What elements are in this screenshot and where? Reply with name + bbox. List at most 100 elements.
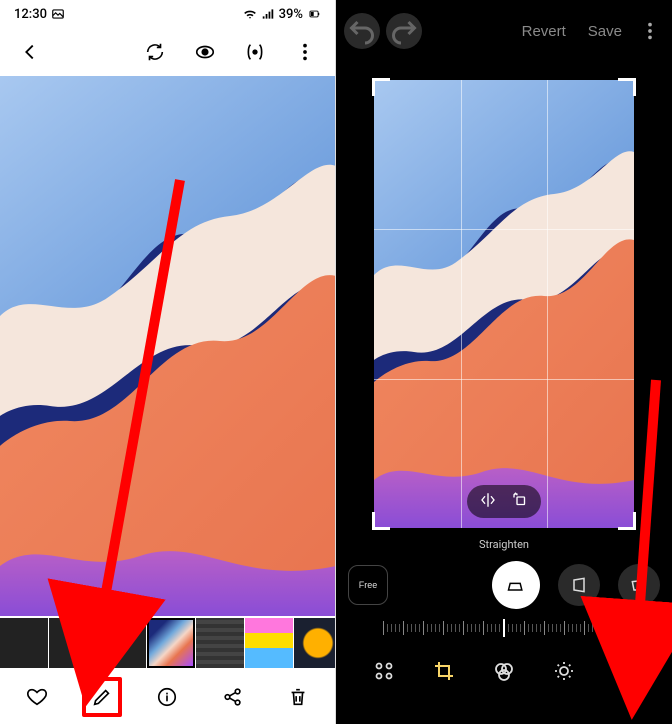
straighten-label: Straighten bbox=[336, 538, 672, 551]
thumbnail-active[interactable] bbox=[147, 618, 195, 668]
ruler-tick bbox=[399, 624, 400, 632]
ruler-tick bbox=[580, 624, 581, 632]
ruler-tick bbox=[568, 624, 569, 632]
ruler-tick bbox=[576, 624, 577, 632]
rotate-button[interactable] bbox=[511, 491, 529, 512]
ruler-tick bbox=[532, 624, 533, 632]
ruler-tick bbox=[487, 624, 488, 632]
ruler-tick bbox=[455, 624, 456, 632]
ruler-tick bbox=[544, 621, 545, 635]
filters-tab[interactable] bbox=[482, 649, 526, 693]
thumbnail[interactable] bbox=[294, 618, 335, 668]
crop-handle-tr[interactable] bbox=[618, 78, 636, 96]
straighten-ruler[interactable] bbox=[336, 613, 672, 643]
gallery-viewer-screen: 12:30 39% bbox=[0, 0, 336, 724]
ruler-tick bbox=[503, 619, 505, 637]
ruler-tick bbox=[483, 621, 484, 635]
ruler-tick bbox=[540, 624, 541, 632]
tools-tab[interactable] bbox=[362, 649, 406, 693]
ruler-tick bbox=[584, 621, 585, 635]
redo-button[interactable] bbox=[386, 13, 422, 49]
flip-rotate-pill bbox=[467, 485, 541, 518]
crop-handle-bl[interactable] bbox=[372, 512, 390, 530]
free-ratio-button[interactable]: Free bbox=[348, 565, 388, 605]
ruler-tick bbox=[560, 624, 561, 632]
ruler-tick bbox=[548, 624, 549, 632]
ruler-tick bbox=[596, 624, 597, 632]
ruler-tick bbox=[564, 621, 565, 635]
ruler-tick bbox=[395, 624, 396, 632]
crop-handle-tl[interactable] bbox=[372, 78, 390, 96]
battery-icon bbox=[307, 7, 321, 21]
info-button[interactable] bbox=[147, 677, 187, 717]
flip-horizontal-button[interactable] bbox=[479, 491, 497, 512]
save-button[interactable]: Save bbox=[580, 17, 630, 46]
ruler-tick bbox=[467, 624, 468, 632]
status-time: 12:30 bbox=[14, 7, 47, 22]
ruler-tick bbox=[387, 624, 388, 632]
ruler-tick bbox=[431, 624, 432, 632]
ruler-tick bbox=[592, 624, 593, 632]
ruler-tick bbox=[552, 624, 553, 632]
more-options-icon[interactable] bbox=[285, 32, 325, 72]
thumbnail[interactable] bbox=[49, 618, 97, 668]
wifi-icon bbox=[243, 7, 257, 21]
ruler-tick bbox=[528, 624, 529, 632]
ruler-tick bbox=[516, 624, 517, 632]
ruler-tick bbox=[435, 624, 436, 632]
photo-editor-screen: Revert Save bbox=[336, 0, 672, 724]
favorite-button[interactable] bbox=[17, 677, 57, 717]
back-button[interactable] bbox=[10, 32, 50, 72]
transform-controls: Free bbox=[336, 561, 672, 609]
bixby-vision-icon[interactable] bbox=[185, 32, 225, 72]
signal-icon bbox=[261, 7, 275, 21]
ruler-tick bbox=[620, 624, 621, 632]
photo-display[interactable] bbox=[0, 76, 336, 616]
smart-view-icon[interactable] bbox=[235, 32, 275, 72]
revert-button[interactable]: Revert bbox=[514, 17, 574, 46]
ruler-tick bbox=[608, 624, 609, 632]
ruler-tick bbox=[524, 621, 525, 635]
edit-button[interactable] bbox=[82, 677, 122, 717]
crop-handle-br[interactable] bbox=[618, 512, 636, 530]
crop-area[interactable] bbox=[374, 80, 634, 528]
crop-tab[interactable] bbox=[422, 649, 466, 693]
thumbnail[interactable] bbox=[245, 618, 293, 668]
ruler-tick bbox=[471, 624, 472, 632]
ruler-tick bbox=[491, 624, 492, 632]
viewer-toolbar bbox=[0, 28, 335, 76]
thumbnail-strip[interactable] bbox=[0, 616, 335, 670]
undo-button[interactable] bbox=[344, 13, 380, 49]
ruler-tick bbox=[588, 624, 589, 632]
delete-button[interactable] bbox=[278, 677, 318, 717]
status-bar: 12:30 39% bbox=[0, 0, 335, 28]
ruler-tick bbox=[423, 621, 424, 635]
adjust-tab[interactable] bbox=[542, 649, 586, 693]
image-icon bbox=[51, 7, 65, 21]
ruler-tick bbox=[443, 621, 444, 635]
ruler-tick bbox=[451, 624, 452, 632]
ruler-tick bbox=[499, 624, 500, 632]
ruler-tick bbox=[459, 624, 460, 632]
battery-pct: 39% bbox=[279, 7, 303, 22]
thumbnail[interactable] bbox=[0, 618, 48, 668]
ruler-tick bbox=[512, 624, 513, 632]
share-button[interactable] bbox=[213, 677, 253, 717]
viewer-bottom-bar bbox=[0, 670, 335, 724]
stickers-tab[interactable] bbox=[602, 649, 646, 693]
thumbnail[interactable] bbox=[196, 618, 244, 668]
ruler-tick bbox=[495, 624, 496, 632]
ruler-tick bbox=[391, 624, 392, 632]
straighten-rotate-button[interactable] bbox=[492, 561, 540, 609]
ruler-tick bbox=[556, 624, 557, 632]
horizontal-perspective-button[interactable] bbox=[558, 564, 600, 606]
ruler-tick bbox=[604, 621, 605, 635]
editor-top-bar: Revert Save bbox=[336, 0, 672, 62]
ruler-tick bbox=[427, 624, 428, 632]
vertical-perspective-button[interactable] bbox=[618, 564, 660, 606]
ruler-tick bbox=[463, 621, 464, 635]
remaster-icon[interactable] bbox=[135, 32, 175, 72]
ruler-tick bbox=[572, 624, 573, 632]
more-options-icon[interactable] bbox=[636, 11, 664, 51]
thumbnail[interactable] bbox=[98, 618, 146, 668]
